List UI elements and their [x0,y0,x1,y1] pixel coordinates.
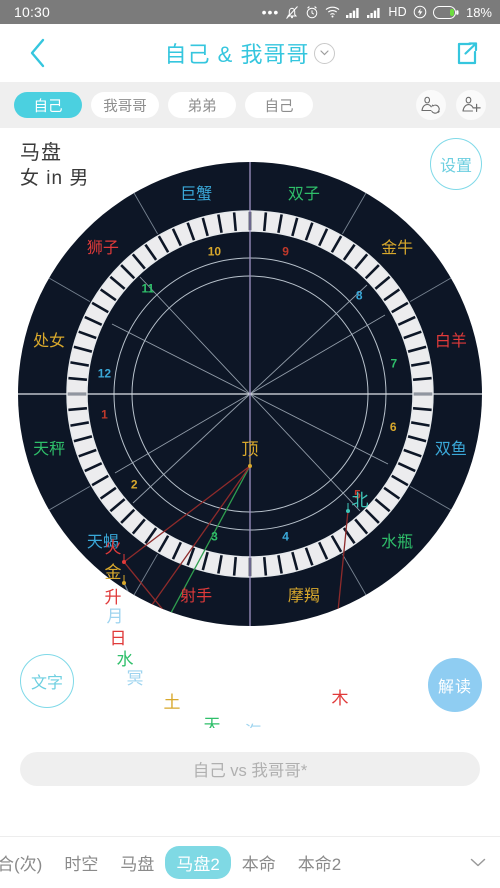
status-icons: ••• HD 18% [262,4,492,20]
sign-label-6: 摩羯 [288,587,320,605]
planet-label-日: 日 [110,629,127,648]
aspect-line-8 [145,673,330,691]
planet-label-火: 火 [105,538,122,557]
planet-label-水: 水 [117,650,134,669]
planet-label-顶: 顶 [242,440,259,459]
nav-bar: 自己 & 我哥哥 [0,24,500,82]
house-number-7: 7 [390,356,397,370]
planet-label-木: 木 [332,689,349,708]
chip-person-1[interactable]: 我哥哥 [91,92,159,118]
status-time: 10:30 [14,4,51,20]
person-chips-row: 自己 我哥哥 弟弟 自己 [0,82,500,128]
chevron-left-icon [30,38,44,68]
house-number-9: 9 [282,244,289,258]
page-title[interactable]: 自己 & 我哥哥 [165,37,310,69]
tab-1[interactable]: 时空 [53,846,109,879]
sign-label-0: 巨蟹 [180,185,212,203]
share-button[interactable] [450,36,484,70]
chip-person-3[interactable]: 自己 [245,92,313,118]
chevron-down-icon [470,858,486,866]
tab-3[interactable]: 马盘2 [165,846,231,879]
chart-stage: 马盘 女 in 男 设置 文字 解读 巨蟹 双子 金牛 白羊 双鱼 水瓶 摩羯 … [0,128,500,728]
person-swap-icon [421,96,440,114]
sign-label-9: 天秤 [33,440,65,458]
planet-dot-月 [124,615,128,619]
chip-person-0[interactable]: 自己 [14,92,82,118]
planet-label-金: 金 [105,563,122,582]
text-button[interactable]: 文字 [20,654,74,708]
aspect-line-5 [144,663,330,691]
signal-bars-icon [346,4,361,20]
status-bar: 10:30 ••• HD 18% [0,0,500,24]
sign-label-7: 射手 [180,587,212,605]
planet-dot-冥 [143,671,147,675]
flash-charge-icon [413,4,427,20]
house-number-6: 6 [390,420,397,434]
sign-label-11: 狮子 [87,239,119,257]
house-number-11: 11 [142,281,155,295]
back-button[interactable] [16,32,58,74]
tab-0[interactable]: 合(次) [0,846,53,879]
tab-5[interactable]: 本命2 [287,846,352,879]
tabs-expand-button[interactable] [470,858,494,868]
sign-label-1: 双子 [288,185,320,203]
planet-dot-水 [141,661,145,665]
house-number-4: 4 [282,530,289,544]
planet-label-冥: 冥 [127,669,144,688]
house-number-1: 1 [101,407,108,421]
aspect-line-7 [145,673,253,720]
planet-label-土: 土 [164,693,181,712]
tab-2[interactable]: 马盘 [109,846,165,879]
share-icon [457,42,478,65]
battery-icon [432,4,459,20]
astrology-wheel[interactable]: 巨蟹 双子金牛白羊双鱼水瓶摩羯射手天蝎天秤处女狮子 123 456789101112… [0,144,500,728]
sign-label-4: 双鱼 [435,440,467,458]
bell-muted-icon [285,4,299,20]
more-dots-icon: ••• [261,4,280,20]
wifi-icon [325,4,340,20]
planet-label-海: 海 [245,723,262,728]
tab-4[interactable]: 本命 [231,846,287,879]
comparison-search-field[interactable]: 自己 vs 我哥哥* [20,752,480,786]
signal-bars-2-icon [367,4,382,20]
planet-label-升: 升 [105,588,122,607]
bottom-tab-bar: 合(次) 时空 马盘 马盘2 本命 本命2 [0,836,500,888]
nav-title-group: 自己 & 我哥哥 [0,24,500,82]
chip-person-2[interactable]: 弟弟 [168,92,236,118]
house-number-8: 8 [356,289,363,303]
house-number-2: 2 [131,478,138,492]
sign-label-3: 白羊 [435,332,467,350]
planet-dot-日 [128,634,132,638]
house-number-3: 3 [211,530,218,544]
add-person-button[interactable] [456,90,486,120]
chevron-down-circle-icon[interactable] [314,42,336,64]
battery-percent: 18% [465,4,492,20]
planet-dot-海 [251,718,255,722]
planet-label-北: 北 [352,491,369,510]
hd-icon: HD [388,5,407,19]
comparison-search-text: 自己 vs 我哥哥* [192,762,308,780]
person-add-icon [462,96,481,112]
planet-label-天: 天 [204,716,221,728]
house-number-10: 10 [208,244,222,258]
swap-person-button[interactable] [416,90,446,120]
planet-label-月: 月 [107,607,124,626]
read-button[interactable]: 解读 [428,658,482,712]
alarm-clock-icon [305,4,319,20]
sign-label-10: 处女 [33,331,65,350]
planet-dot-升 [121,598,125,602]
chips-actions [416,90,486,120]
sign-label-5: 水瓶 [381,533,413,551]
sign-label-2: 金牛 [381,239,413,257]
house-number-12: 12 [98,367,112,381]
aspect-line-4 [130,636,253,720]
